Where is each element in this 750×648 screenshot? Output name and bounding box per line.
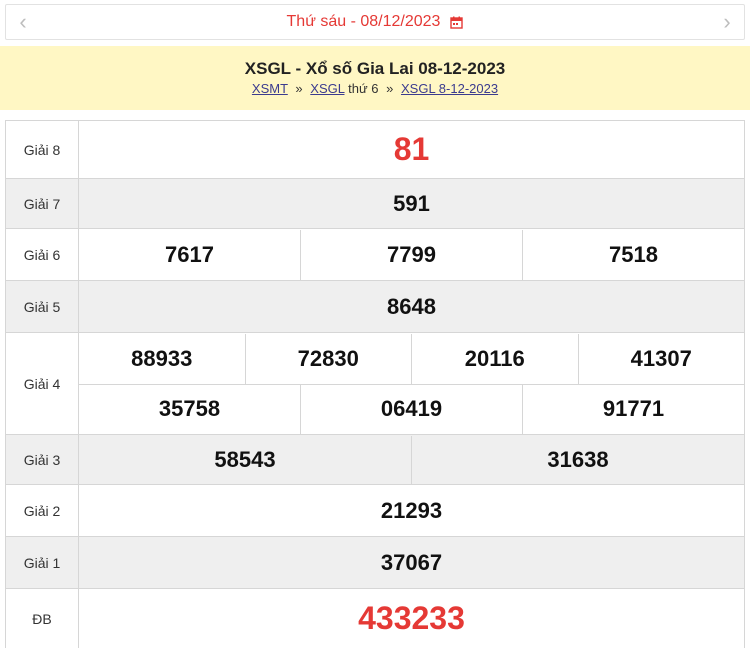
prize-number: 21293 xyxy=(380,497,443,523)
prize-number-row: 35758 06419 91771 xyxy=(79,383,744,434)
prize-row-g8: Giải 8 81 xyxy=(5,120,745,179)
prize-cell: 21293 xyxy=(78,484,745,537)
date-selector[interactable]: Thứ sáu - 08/12/2023 xyxy=(287,13,464,31)
draw-date-label: Thứ sáu - 08/12/2023 xyxy=(286,13,441,30)
prize-row-g4: Giải 4 88933 72830 20116 41307 35758 064… xyxy=(5,332,745,435)
prize-number: 7617 xyxy=(165,241,214,267)
prize-number: 06419 xyxy=(300,384,522,434)
date-navigation-bar: ‹ Thứ sáu - 08/12/2023 › xyxy=(5,4,745,40)
breadcrumb-separator: » xyxy=(295,81,303,96)
prize-cell: 433233 xyxy=(78,588,745,648)
results-table: Giải 8 81 Giải 7 591 Giải 6 7617 7799 75… xyxy=(5,120,745,648)
breadcrumb: XSMT » XSGL thứ 6 » XSGL 8-12-2023 xyxy=(252,80,498,98)
prize-cell: 37067 xyxy=(78,536,745,589)
breadcrumb-link-xsgl[interactable]: XSGL xyxy=(310,81,344,96)
prize-row-g7: Giải 7 591 xyxy=(5,178,745,229)
next-day-arrow-icon[interactable]: › xyxy=(712,5,742,39)
prize-label: Giải 7 xyxy=(5,178,79,229)
prize-cell: 7617 7799 7518 xyxy=(78,228,745,281)
prize-cell: 81 xyxy=(78,120,745,179)
prize-label: Giải 4 xyxy=(5,332,79,435)
prize-number: 31638 xyxy=(411,435,744,484)
prize-number: 37067 xyxy=(380,549,443,575)
prize-row-g5: Giải 5 8648 xyxy=(5,280,745,333)
special-prize-number: 433233 xyxy=(358,600,465,636)
prize-cell: 8648 xyxy=(78,280,745,333)
prize-row-g1: Giải 1 37067 xyxy=(5,536,745,589)
breadcrumb-link-date[interactable]: XSGL 8-12-2023 xyxy=(401,81,498,96)
previous-day-arrow-icon[interactable]: ‹ xyxy=(8,5,38,39)
prize-row-special: ĐB 433233 xyxy=(5,588,745,648)
prize-cell: 58543 31638 xyxy=(78,434,745,485)
prize-label: ĐB xyxy=(5,588,79,648)
prize-number: 88933 xyxy=(131,345,193,371)
breadcrumb-separator: » xyxy=(386,81,394,96)
prize-number: 72830 xyxy=(244,333,412,384)
prize-number: 91771 xyxy=(522,384,744,434)
breadcrumb-weekday-text: thứ 6 xyxy=(348,81,379,96)
page-title: XSGL - Xổ số Gia Lai 08-12-2023 xyxy=(244,59,506,78)
prize-number: 35758 xyxy=(158,396,221,421)
prize-label: Giải 1 xyxy=(5,536,79,589)
prize-number: 81 xyxy=(393,131,430,167)
prize-number: 591 xyxy=(393,190,430,216)
prize-row-g2: Giải 2 21293 xyxy=(5,484,745,537)
prize-cell: 591 xyxy=(78,178,745,229)
breadcrumb-link-xsmt[interactable]: XSMT xyxy=(252,81,288,96)
prize-row-g3: Giải 3 58543 31638 xyxy=(5,434,745,485)
prize-cell: 88933 72830 20116 41307 35758 06419 9177… xyxy=(78,332,745,435)
prize-row-g6: Giải 6 7617 7799 7518 xyxy=(5,228,745,281)
prize-number: 58543 xyxy=(214,446,276,472)
prize-number: 20116 xyxy=(411,333,578,384)
prize-number: 41307 xyxy=(577,333,745,384)
prize-number: 7518 xyxy=(522,229,744,280)
prize-number: 8648 xyxy=(387,293,436,319)
prize-label: Giải 8 xyxy=(5,120,79,179)
prize-number: 7799 xyxy=(300,229,522,280)
prize-label: Giải 2 xyxy=(5,484,79,537)
calendar-icon[interactable] xyxy=(450,16,464,29)
prize-label: Giải 3 xyxy=(5,434,79,485)
prize-label: Giải 5 xyxy=(5,280,79,333)
prize-number-row: 88933 72830 20116 41307 xyxy=(79,333,745,384)
prize-label: Giải 6 xyxy=(5,228,79,281)
results-header: XSGL - Xổ số Gia Lai 08-12-2023 XSMT » X… xyxy=(0,46,750,110)
